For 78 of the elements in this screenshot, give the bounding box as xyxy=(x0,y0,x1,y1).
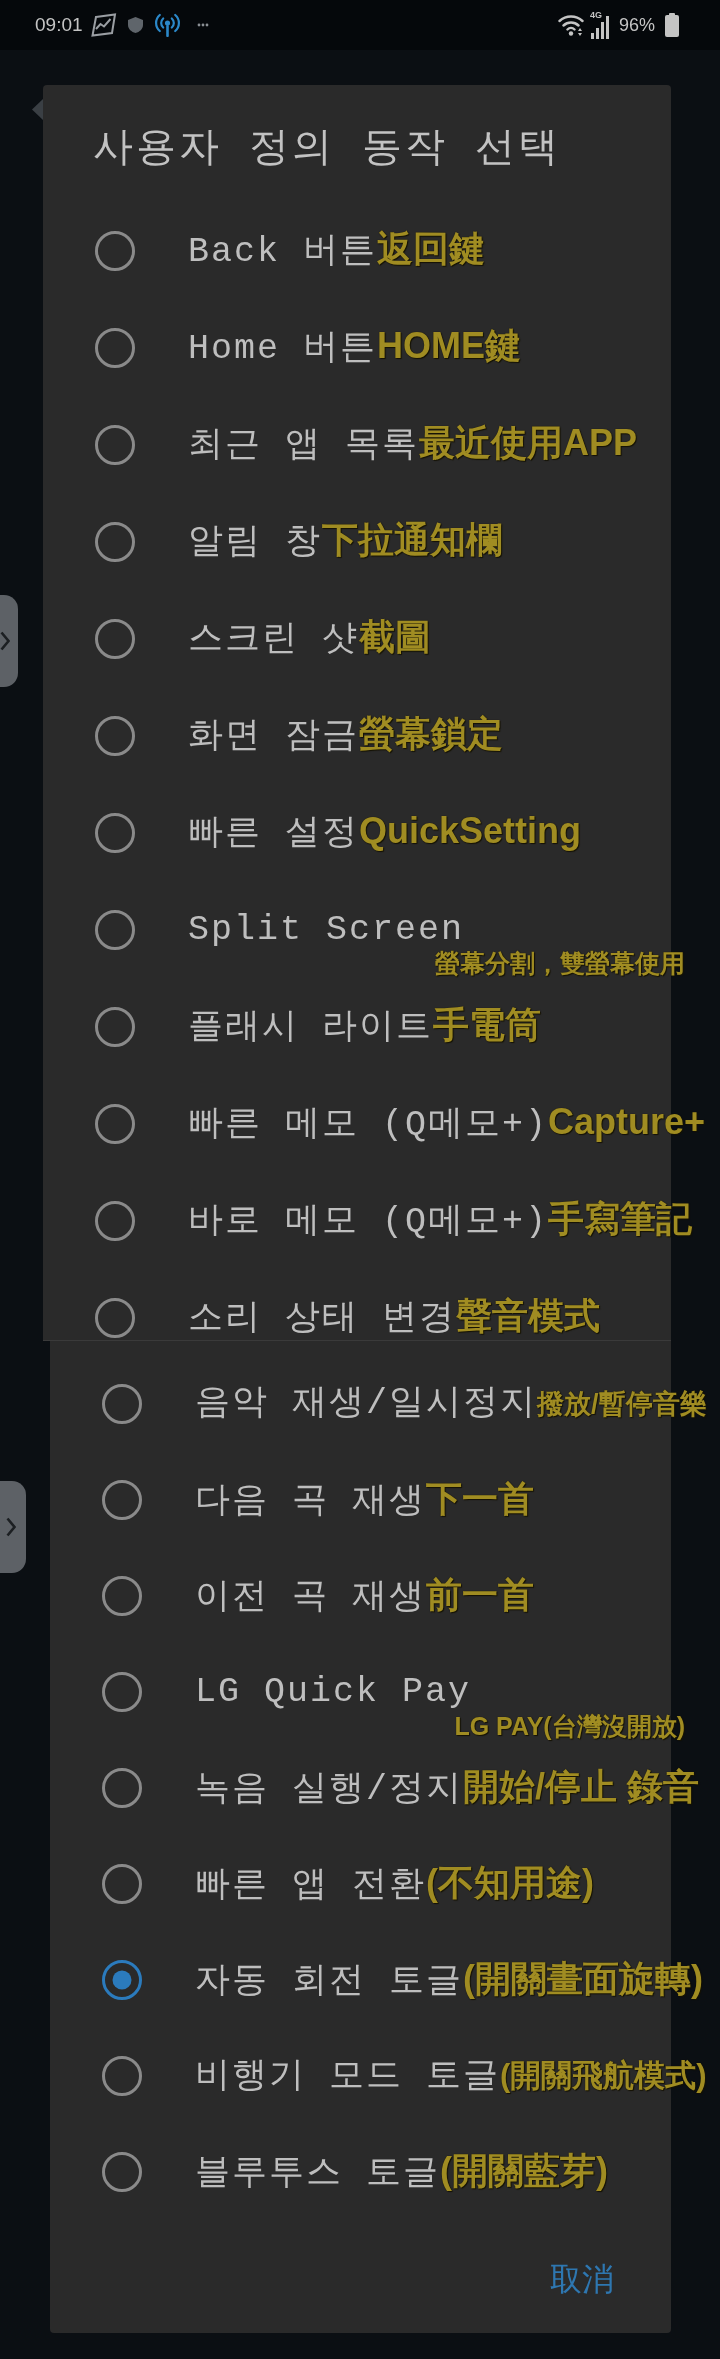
more-icon xyxy=(196,23,209,27)
wifi-icon xyxy=(557,13,584,37)
annotation-text: LG PAY(台灣沒開放) xyxy=(454,1713,685,1740)
option-label: 녹음 실행/정지 xyxy=(195,1768,463,1811)
radio-button[interactable] xyxy=(95,715,135,756)
annotation-text: Capture+ xyxy=(548,1101,706,1143)
radio-button[interactable] xyxy=(102,1384,142,1424)
option-label: Back 버튼 xyxy=(188,232,378,273)
annotation-text: (開關藍芽) xyxy=(440,2149,608,2192)
radio-button[interactable] xyxy=(102,1672,142,1712)
chevron-right-icon xyxy=(0,631,10,651)
clock-time: 09:01 xyxy=(35,14,83,36)
option-label: 알림 창 xyxy=(188,522,322,564)
annotation-text: 聲音模式 xyxy=(456,1295,600,1337)
annotation-text: (開關飛航模式) xyxy=(500,2056,707,2095)
radio-button[interactable] xyxy=(95,1200,135,1241)
radio-button[interactable] xyxy=(95,1103,135,1144)
option-label: 다음 곡 재생 xyxy=(195,1480,426,1523)
option-label: 화면 잠금 xyxy=(188,716,359,758)
option-label: 플래시 라이트 xyxy=(188,1007,433,1049)
option-label: 이전 곡 재생 xyxy=(195,1576,426,1619)
side-handle[interactable] xyxy=(0,595,18,687)
radio-button[interactable] xyxy=(95,812,135,853)
option-label: LG Quick Pay xyxy=(195,1671,472,1713)
network-type: 4G xyxy=(589,10,602,20)
cancel-button[interactable]: 取消 xyxy=(530,2249,634,2309)
radio-button[interactable] xyxy=(102,1480,142,1520)
option-label: Home 버튼 xyxy=(188,328,378,370)
annotation-text: 手寫筆記 xyxy=(548,1198,693,1240)
radio-button[interactable] xyxy=(95,424,135,465)
chevron-right-icon xyxy=(6,1517,16,1537)
radio-button[interactable] xyxy=(102,1576,142,1616)
shield-icon xyxy=(127,17,143,33)
side-handle[interactable] xyxy=(0,1481,26,1573)
annotation-text: 撥放/暫停音樂 xyxy=(537,1388,707,1421)
radio-button[interactable] xyxy=(95,327,135,368)
option-label: 빠른 설정 xyxy=(188,813,359,855)
annotation-text: 手電筒 xyxy=(433,1004,541,1046)
antenna-icon xyxy=(154,12,180,38)
annotation-text: 下拉通知欄 xyxy=(322,519,502,561)
radio-button[interactable] xyxy=(95,618,135,659)
option-label: 빠른 메모 (Q메모+) xyxy=(188,1104,549,1146)
radio-button[interactable] xyxy=(102,2152,142,2192)
radio-button[interactable] xyxy=(95,1297,135,1338)
annotation-text: 開始/停止 錄音 xyxy=(463,1765,700,1808)
annotation-text: 最近使用APP xyxy=(419,422,638,464)
option-label: 소리 상태 변경 xyxy=(188,1298,456,1340)
annotation-text: (開關畫面旋轉) xyxy=(463,1957,703,2000)
dialog-title: 사용자 정의 동작 선택 xyxy=(93,126,561,174)
annotation-text: 下一首 xyxy=(426,1477,534,1520)
radio-button[interactable] xyxy=(102,1864,142,1904)
annotation-text: (不知用途) xyxy=(426,1861,594,1904)
annotation-text: 螢幕分割，雙螢幕使用 xyxy=(435,950,685,977)
radio-button[interactable] xyxy=(95,230,135,271)
radio-button[interactable] xyxy=(95,521,135,562)
chart-icon xyxy=(89,12,117,38)
annotation-text: 螢幕鎖定 xyxy=(359,713,503,755)
radio-button[interactable] xyxy=(102,1960,142,2000)
option-label: 블루투스 토글 xyxy=(195,2152,440,2195)
annotation-text: 返回鍵 xyxy=(377,228,486,270)
option-label: 비행기 모드 토글 xyxy=(195,2055,500,2098)
option-label: 스크린 샷 xyxy=(188,619,359,661)
annotation-text: QuickSetting xyxy=(359,810,582,852)
option-label: 바로 메모 (Q메모+) xyxy=(188,1202,549,1243)
radio-button[interactable] xyxy=(102,1768,142,1808)
radio-button[interactable] xyxy=(95,1006,135,1047)
option-label: 빠른 앱 전환 xyxy=(195,1864,426,1907)
battery-icon xyxy=(665,13,679,37)
option-label: 자동 회전 토글 xyxy=(195,1960,463,2003)
option-label: 최근 앱 목록 xyxy=(188,425,419,467)
radio-button[interactable] xyxy=(102,2056,142,2096)
battery-percent: 96% xyxy=(618,14,655,36)
option-label: 음악 재생/일시정지 xyxy=(195,1383,537,1425)
radio-button[interactable] xyxy=(95,909,135,950)
annotation-text: 前一首 xyxy=(426,1573,534,1616)
annotation-text: 截圖 xyxy=(359,616,431,658)
option-label: Split Screen xyxy=(188,908,465,950)
annotation-text: HOME鍵 xyxy=(377,325,522,367)
